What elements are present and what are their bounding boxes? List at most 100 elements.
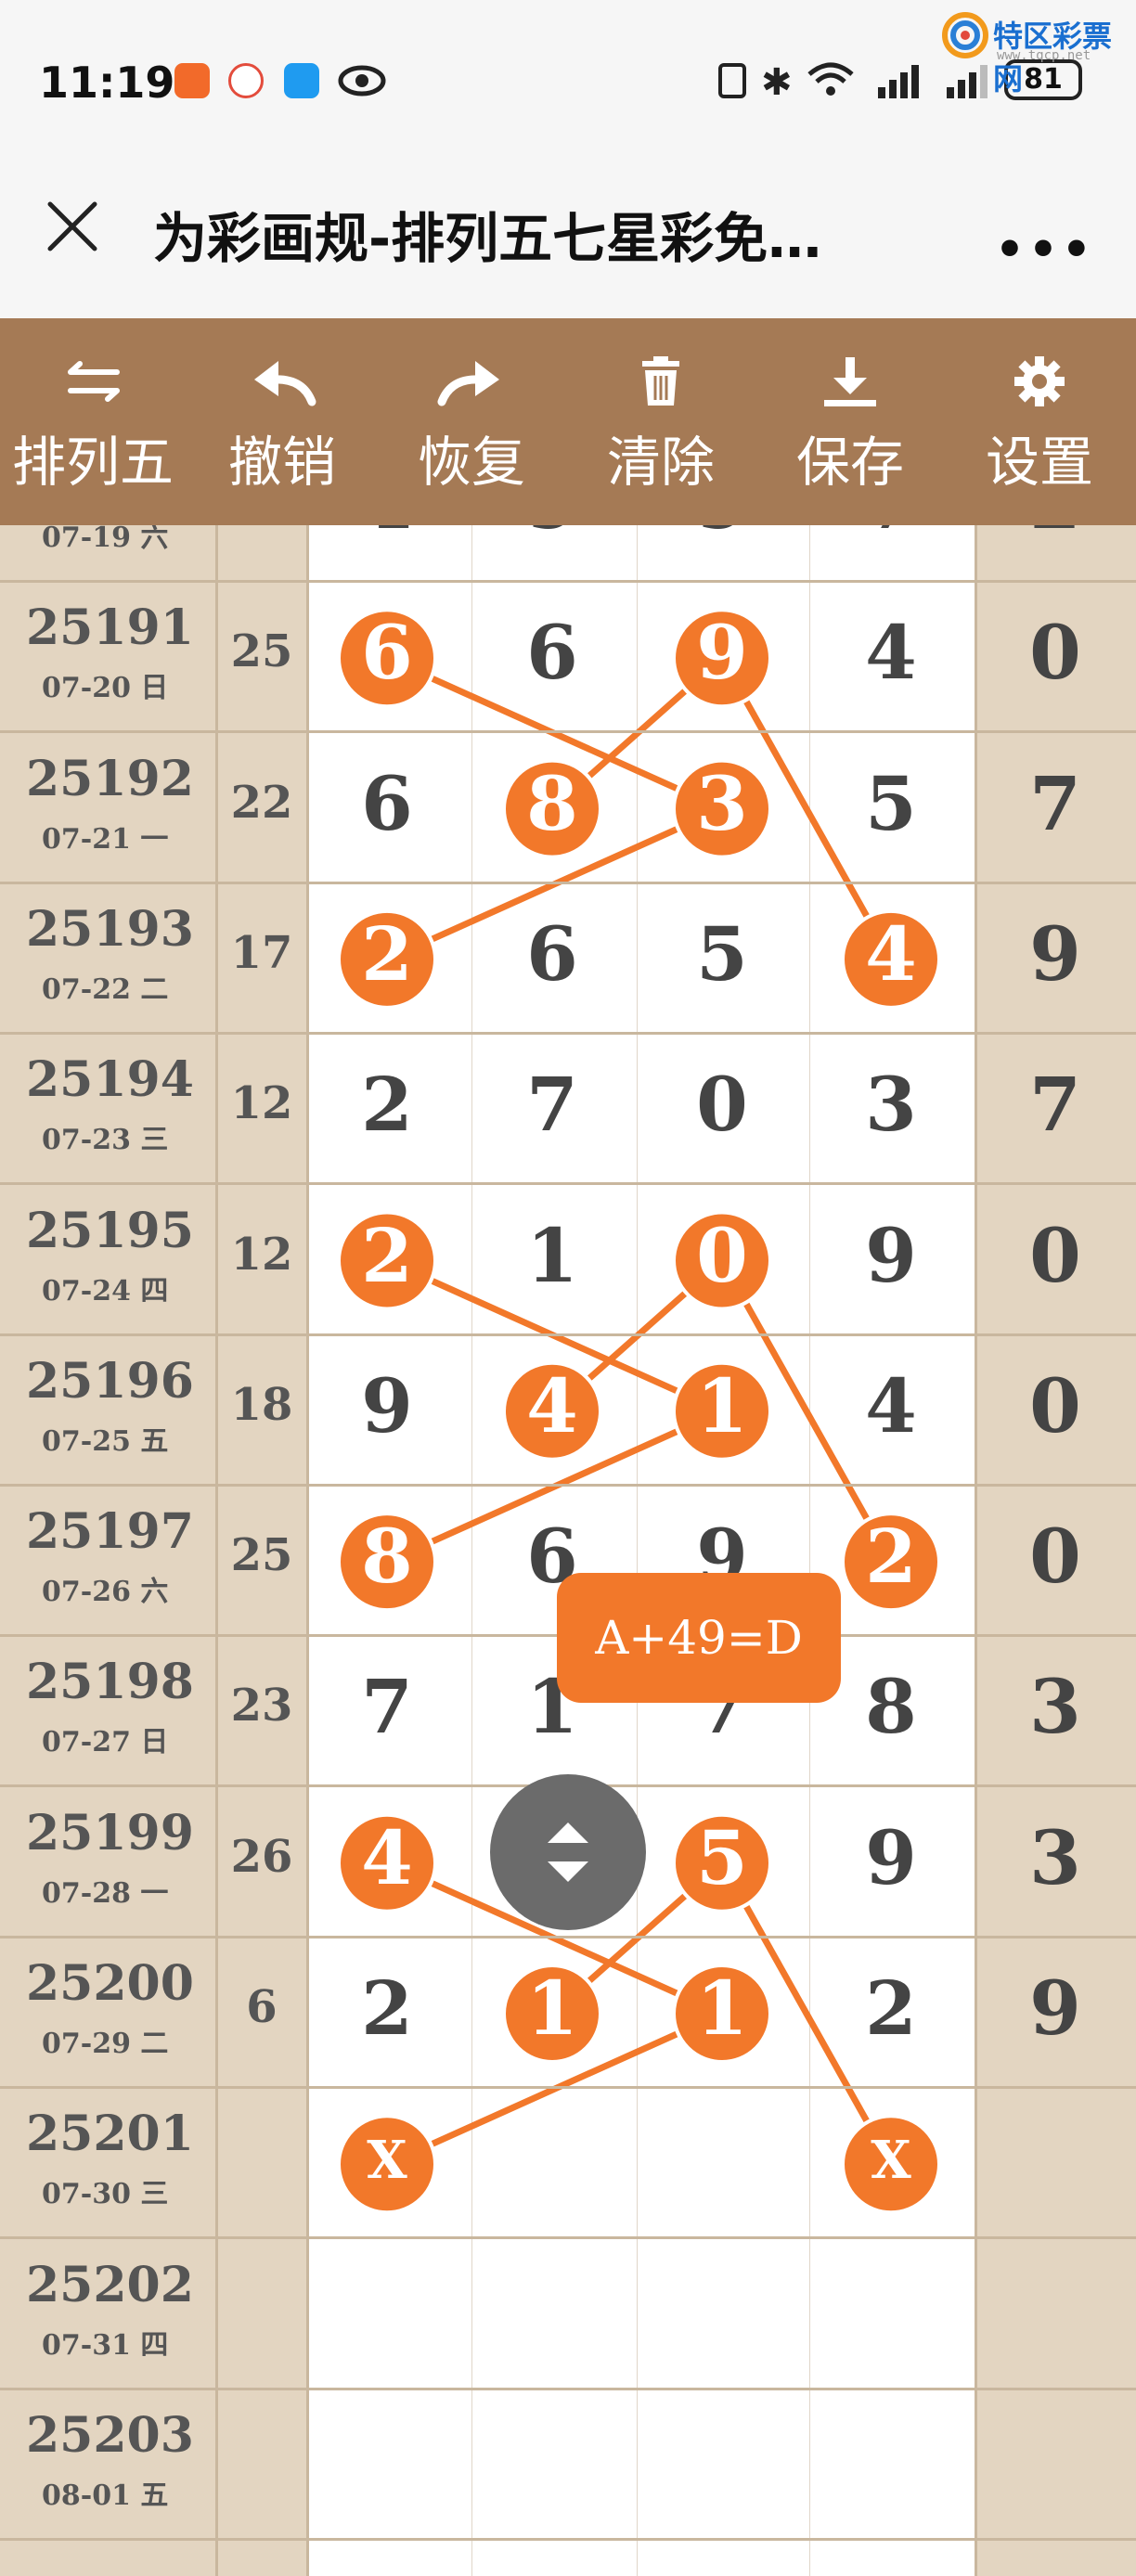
watermark-url: www.tqcp.net — [997, 48, 1091, 63]
digit-cell[interactable]: 1 — [497, 1212, 608, 1299]
digit-cell[interactable]: 5 — [666, 1814, 778, 1901]
formula-badge[interactable]: A+49=D — [557, 1573, 841, 1703]
period-number: 25195 — [26, 1202, 194, 1259]
toolbar-label: 恢复 — [417, 431, 525, 494]
digit-cell[interactable]: 3 — [835, 1061, 947, 1148]
digit-cell[interactable]: 1 — [666, 1362, 778, 1449]
digit-cell[interactable]: 3 — [1000, 1663, 1111, 1750]
sum-value: 12 — [230, 1228, 293, 1281]
digit-cell[interactable]: 0 — [666, 1212, 778, 1299]
period-number: 25196 — [26, 1352, 194, 1410]
up-down-arrows-icon — [548, 1823, 588, 1882]
close-icon[interactable] — [45, 199, 100, 254]
digit-cell[interactable]: 0 — [1000, 1513, 1111, 1600]
toolbar-clear-button[interactable]: 清除 — [568, 318, 754, 525]
digit-cell[interactable]: 5 — [835, 760, 947, 847]
period-date: 07-25 五 — [42, 1424, 169, 1458]
period-date: 07-28 一 — [42, 1876, 169, 1910]
digit-cell[interactable]: 6 — [497, 910, 608, 998]
digit-cell[interactable]: 9 — [666, 525, 778, 546]
period-date: 07-30 三 — [42, 2178, 169, 2211]
lottery-grid[interactable]: 2519007-19 六29499722519107-20 日256694025… — [0, 525, 1136, 2576]
digit-cell[interactable]: 2 — [331, 1964, 443, 2052]
digit-cell[interactable]: 5 — [666, 910, 778, 998]
digit-cell[interactable]: 9 — [497, 525, 608, 546]
digit-cell[interactable]: 9 — [1000, 910, 1111, 998]
toolbar-undo-button[interactable]: 撤销 — [189, 318, 375, 525]
period-date: 07-21 一 — [42, 822, 169, 856]
sum-value: 12 — [230, 1077, 293, 1130]
watermark-logo: 特区彩票网 www.tqcp.net — [941, 9, 1127, 97]
digit-cell[interactable]: 4 — [835, 910, 947, 998]
digit-cell[interactable]: 7 — [1000, 760, 1111, 847]
digit-cell[interactable]: 0 — [1000, 1362, 1111, 1449]
period-date: 07-22 二 — [42, 972, 169, 1006]
toolbar-label: 设置 — [985, 431, 1093, 494]
sum-value: 29 — [215, 525, 308, 527]
digit-cell[interactable]: 0 — [1000, 1212, 1111, 1299]
digit-cell[interactable]: 2 — [331, 1212, 443, 1299]
digit-cell[interactable]: 9 — [1000, 1964, 1111, 2052]
digit-cell[interactable]: 7 — [331, 1663, 443, 1750]
scroll-toggle-button[interactable] — [490, 1774, 646, 1930]
digit-cell[interactable]: 4 — [497, 1362, 608, 1449]
toolbar-save-button[interactable]: 保存 — [757, 318, 943, 525]
digit-cell[interactable]: 9 — [835, 1814, 947, 1901]
undo-icon — [189, 354, 375, 409]
nfc-icon — [718, 63, 746, 98]
digit-cell[interactable]: 9 — [666, 609, 778, 696]
trash-icon — [568, 354, 754, 409]
digit-cell[interactable]: X — [835, 2130, 947, 2191]
digit-cell[interactable]: 4 — [835, 1362, 947, 1449]
sum-value: 17 — [230, 926, 293, 979]
period-number: 25198 — [26, 1654, 194, 1711]
period-date: 07-31 四 — [42, 2328, 169, 2362]
digit-cell[interactable]: 7 — [1000, 1061, 1111, 1148]
digit-cell[interactable]: 2 — [835, 1513, 947, 1600]
period-number: 25200 — [26, 1955, 194, 2012]
digit-cell[interactable]: 4 — [331, 1814, 443, 1901]
digit-cell[interactable]: 3 — [666, 760, 778, 847]
digit-cell[interactable]: 1 — [497, 1964, 608, 2052]
digit-cell[interactable]: 4 — [835, 609, 947, 696]
digit-cell[interactable]: 2 — [331, 910, 443, 998]
digit-cell[interactable]: 0 — [1000, 609, 1111, 696]
digit-cell[interactable]: 6 — [331, 760, 443, 847]
digit-cell[interactable]: 1 — [666, 1964, 778, 2052]
period-number: 25194 — [26, 1051, 194, 1109]
signal-1-icon — [876, 61, 923, 104]
digit-cell[interactable]: 2 — [835, 1964, 947, 2052]
digit-cell[interactable]: 6 — [497, 609, 608, 696]
toolbar-switch-game-button[interactable]: 排列五 — [0, 318, 186, 525]
digit-cell[interactable]: 7 — [835, 525, 947, 546]
toolbar-label: 撤销 — [227, 431, 336, 494]
bluetooth-icon: ✱ — [761, 61, 793, 104]
toolbar-redo-button[interactable]: 恢复 — [379, 318, 564, 525]
table-row: 25200 07-29 二621129 — [0, 1938, 1136, 2089]
weibo-icon — [228, 63, 264, 98]
period-number: 25202 — [26, 2256, 194, 2313]
digit-cell[interactable]: 6 — [331, 609, 443, 696]
digit-cell[interactable]: 8 — [331, 1513, 443, 1600]
digit-cell[interactable]: X — [331, 2130, 443, 2191]
toolbar-label: 排列五 — [11, 431, 174, 494]
digit-cell[interactable]: 9 — [835, 1212, 947, 1299]
more-menu-button[interactable]: ••• — [995, 223, 1095, 277]
digit-cell[interactable]: 9 — [331, 1362, 443, 1449]
digit-cell[interactable]: 2 — [331, 1061, 443, 1148]
digit-cell[interactable]: 7 — [497, 1061, 608, 1148]
digit-cell[interactable]: 4 — [331, 525, 443, 546]
digit-cell[interactable]: 8 — [497, 760, 608, 847]
toolbar-label: 清除 — [606, 431, 715, 494]
status-bar: 11:19 ✱ 81 特区彩票网 www.tqcp.net — [0, 0, 1136, 167]
digit-cell[interactable]: 8 — [835, 1663, 947, 1750]
toolbar-settings-button[interactable]: 设置 — [947, 318, 1132, 525]
digit-cell[interactable]: 3 — [1000, 1814, 1111, 1901]
digit-cell[interactable]: 0 — [666, 1061, 778, 1148]
table-row: 2519007-19 六2949972 — [0, 525, 1136, 583]
eye-icon — [338, 65, 386, 97]
period-date: 08-01 五 — [42, 2479, 169, 2512]
digit-cell[interactable]: 2 — [1000, 525, 1111, 546]
table-row: 25191 07-20 日 25 6 6 9 4 0 — [0, 583, 1136, 734]
redo-icon — [379, 354, 564, 409]
